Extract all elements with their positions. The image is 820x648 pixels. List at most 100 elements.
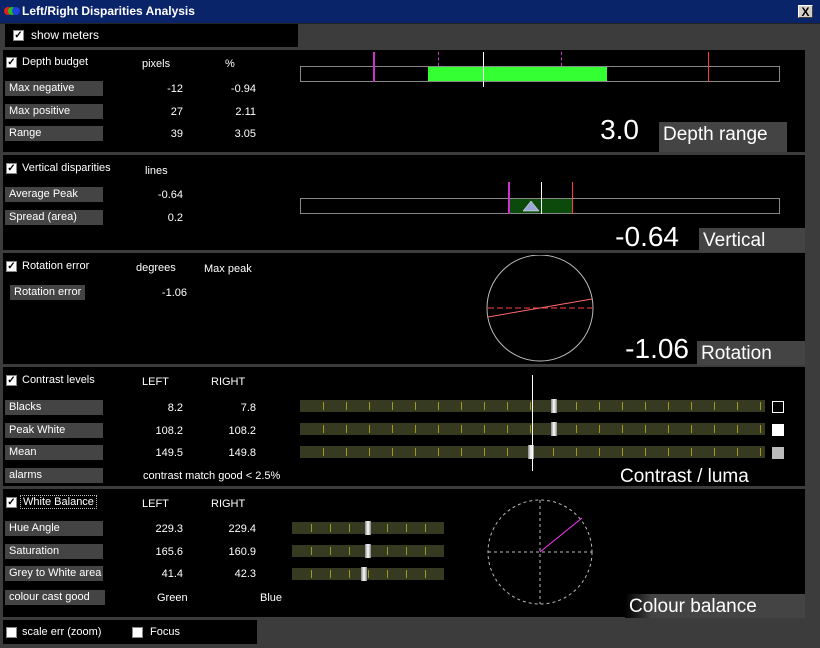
track-tick bbox=[691, 402, 692, 410]
show-meters-checkbox[interactable]: ✓ bbox=[13, 30, 24, 41]
vertical-panel: ✓ Vertical disparities lines Average Pea… bbox=[3, 155, 805, 252]
track-tick bbox=[760, 402, 761, 410]
grey-to-white-indicator bbox=[361, 567, 367, 581]
track-tick bbox=[645, 402, 646, 410]
saturation-indicator bbox=[365, 544, 371, 558]
vertical-zero-marker bbox=[541, 182, 542, 214]
contrast-levels-checkbox[interactable]: ✓ bbox=[6, 375, 17, 386]
scale-err-checkbox[interactable] bbox=[6, 627, 17, 638]
hue-angle-label: Hue Angle bbox=[5, 521, 103, 536]
alarms-label: alarms bbox=[5, 468, 103, 483]
rotation-error-checkbox[interactable]: ✓ bbox=[6, 261, 17, 272]
vertical-disparities-label: Vertical disparities bbox=[22, 162, 111, 174]
depth-comfort-marker-right bbox=[561, 52, 562, 66]
track-tick bbox=[599, 402, 600, 410]
colour-balance-dial bbox=[487, 499, 593, 605]
track-tick bbox=[387, 570, 388, 578]
track-tick bbox=[714, 425, 715, 433]
app-icon bbox=[4, 5, 20, 17]
scale-err-label: scale err (zoom) bbox=[22, 626, 102, 638]
white-balance-checkbox[interactable]: ✓ bbox=[6, 497, 17, 508]
track-tick bbox=[311, 524, 312, 532]
track-tick bbox=[425, 547, 426, 555]
track-tick bbox=[369, 448, 370, 456]
peak-white-left: 108.2 bbox=[155, 425, 183, 437]
blacks-left: 8.2 bbox=[167, 402, 183, 414]
track-tick bbox=[668, 448, 669, 456]
track-tick bbox=[507, 402, 508, 410]
show-meters-bar: ✓ show meters bbox=[5, 24, 298, 47]
track-tick bbox=[346, 448, 347, 456]
close-button[interactable]: X bbox=[798, 5, 813, 18]
rotation-col-max-peak: Max peak bbox=[204, 263, 252, 275]
blacks-right: 7.8 bbox=[240, 402, 256, 414]
track-tick bbox=[323, 425, 324, 433]
vertical-caption: Vertical bbox=[699, 228, 805, 252]
contrast-center-marker bbox=[532, 375, 533, 471]
mean-label: Mean bbox=[5, 445, 103, 460]
depth-budget-checkbox[interactable]: ✓ bbox=[6, 57, 17, 68]
mean-left: 149.5 bbox=[155, 447, 183, 459]
track-tick bbox=[346, 402, 347, 410]
peak-white-label: Peak White bbox=[5, 423, 103, 438]
max-negative-percent: -0.94 bbox=[230, 83, 256, 95]
depth-budget-label: Depth budget bbox=[22, 56, 89, 68]
track-tick bbox=[461, 425, 462, 433]
blacks-swatch bbox=[772, 401, 784, 413]
peak-white-indicator bbox=[551, 422, 557, 436]
max-positive-label: Max positive bbox=[5, 104, 103, 119]
track-tick bbox=[392, 402, 393, 410]
track-tick bbox=[576, 402, 577, 410]
track-tick bbox=[438, 425, 439, 433]
track-tick bbox=[438, 448, 439, 456]
track-tick bbox=[387, 524, 388, 532]
peak-white-right: 108.2 bbox=[228, 425, 256, 437]
track-tick bbox=[622, 448, 623, 456]
depth-range-value: 3.0 bbox=[600, 114, 639, 145]
track-tick bbox=[576, 448, 577, 456]
track-tick bbox=[622, 402, 623, 410]
rotation-error-value: -1.06 bbox=[161, 287, 187, 299]
rotation-panel: ✓ Rotation error degrees Max peak Rotati… bbox=[3, 253, 805, 365]
focus-checkbox[interactable] bbox=[132, 627, 143, 638]
depth-limit-marker-left bbox=[373, 52, 375, 82]
track-tick bbox=[484, 425, 485, 433]
average-peak-label: Average Peak bbox=[5, 187, 103, 202]
depth-col-percent: % bbox=[225, 58, 235, 70]
track-tick bbox=[311, 547, 312, 555]
saturation-label: Saturation bbox=[5, 544, 103, 559]
contrast-col-right: RIGHT bbox=[211, 376, 246, 388]
track-tick bbox=[484, 402, 485, 410]
track-tick bbox=[714, 448, 715, 456]
depth-range-bar bbox=[428, 67, 607, 81]
track-tick bbox=[576, 425, 577, 433]
depth-comfort-marker-left bbox=[438, 52, 439, 66]
title-bar[interactable]: Left/Right Disparities Analysis X bbox=[0, 0, 820, 24]
track-tick bbox=[311, 570, 312, 578]
vertical-peak-indicator bbox=[523, 200, 540, 212]
track-tick bbox=[484, 448, 485, 456]
depth-col-pixels: pixels bbox=[142, 58, 171, 70]
track-tick bbox=[668, 425, 669, 433]
rotation-value: -1.06 bbox=[625, 333, 689, 364]
track-tick bbox=[346, 425, 347, 433]
track-tick bbox=[645, 425, 646, 433]
track-tick bbox=[668, 402, 669, 410]
mean-indicator bbox=[528, 445, 534, 459]
track-tick bbox=[507, 425, 508, 433]
contrast-col-left: LEFT bbox=[142, 376, 169, 388]
track-tick bbox=[438, 402, 439, 410]
track-tick bbox=[387, 547, 388, 555]
mean-right: 149.8 bbox=[228, 447, 256, 459]
window-title: Left/Right Disparities Analysis bbox=[22, 4, 195, 18]
track-tick bbox=[323, 402, 324, 410]
track-tick bbox=[760, 448, 761, 456]
mean-swatch bbox=[772, 447, 784, 459]
track-tick bbox=[406, 570, 407, 578]
track-tick bbox=[461, 402, 462, 410]
range-label: Range bbox=[5, 126, 103, 141]
track-tick bbox=[599, 448, 600, 456]
vertical-disparities-checkbox[interactable]: ✓ bbox=[6, 163, 17, 174]
track-tick bbox=[323, 448, 324, 456]
track-tick bbox=[691, 448, 692, 456]
